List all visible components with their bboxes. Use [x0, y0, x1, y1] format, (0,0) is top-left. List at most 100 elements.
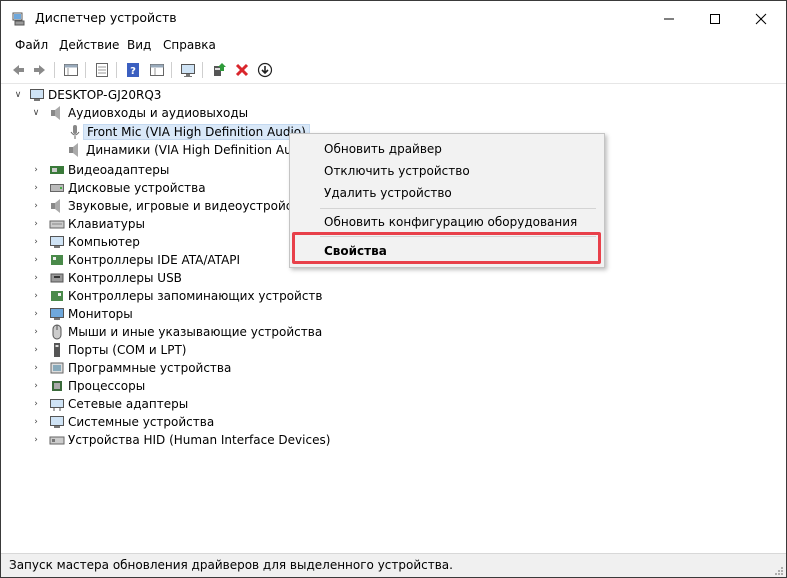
- title-bar: Диспетчер устройств: [1, 1, 786, 37]
- device-manager-app-icon: [12, 12, 25, 26]
- ctx-uninstall-device[interactable]: Удалить устройство: [324, 186, 452, 200]
- download-icon: [257, 62, 273, 78]
- tree-category-network[interactable]: Сетевые адаптеры: [49, 395, 188, 413]
- back-button[interactable]: [8, 60, 28, 80]
- tree-category-sound[interactable]: Звуковые, игровые и видеоустройства: [49, 197, 314, 215]
- tree-category-monitors[interactable]: Мониторы: [49, 305, 133, 323]
- properties-button[interactable]: [92, 60, 112, 80]
- tree-category-ide[interactable]: Контроллеры IDE ATA/ATAPI: [49, 251, 240, 269]
- maximize-button[interactable]: [692, 1, 738, 37]
- maximize-icon: [710, 14, 720, 24]
- disk-drive-icon: [50, 184, 64, 192]
- toolbar: ?: [1, 57, 786, 84]
- tree-category-usb[interactable]: Контроллеры USB: [49, 269, 182, 287]
- expand-icon[interactable]: ›: [31, 363, 41, 373]
- expand-icon[interactable]: ›: [31, 417, 41, 427]
- expand-icon[interactable]: ›: [31, 381, 41, 391]
- collapse-audio-icon[interactable]: ∨: [31, 108, 41, 118]
- computer-icon: [50, 236, 64, 248]
- expand-icon[interactable]: ›: [31, 183, 41, 193]
- show-hide-tree-button[interactable]: [61, 60, 81, 80]
- keyboard-icon: [49, 220, 65, 229]
- storage-controller-icon: [51, 291, 63, 301]
- minimize-icon: [664, 18, 674, 20]
- menu-view[interactable]: Вид: [127, 38, 151, 52]
- tree-category-mice[interactable]: Мыши и иные указывающие устройства: [49, 323, 322, 341]
- category-label: Мыши и иные указывающие устройства: [68, 325, 323, 339]
- forward-button[interactable]: [30, 60, 50, 80]
- status-bar: Запуск мастера обновления драйверов для …: [1, 553, 786, 577]
- expand-icon[interactable]: ›: [31, 219, 41, 229]
- expand-icon[interactable]: ›: [31, 309, 41, 319]
- expand-icon[interactable]: ›: [31, 327, 41, 337]
- tree-category-system[interactable]: Системные устройства: [49, 413, 214, 431]
- minimize-button[interactable]: [646, 1, 692, 37]
- system-device-icon: [50, 416, 64, 428]
- category-label: Звуковые, игровые и видеоустройства: [68, 199, 314, 213]
- category-label: Устройства HID (Human Interface Devices): [68, 433, 331, 447]
- category-label: Аудиовходы и аудиовыходы: [68, 106, 249, 120]
- ctx-scan-hardware[interactable]: Обновить конфигурацию оборудования: [324, 215, 577, 229]
- expand-icon[interactable]: ›: [31, 201, 41, 211]
- menu-action[interactable]: Действие: [59, 38, 119, 52]
- tree-category-hid[interactable]: Устройства HID (Human Interface Devices): [49, 431, 330, 449]
- category-label: Контроллеры USB: [68, 271, 182, 285]
- collapse-root-icon[interactable]: ∨: [13, 90, 23, 100]
- category-label: Клавиатуры: [68, 217, 145, 231]
- tree-category-storage[interactable]: Контроллеры запоминающих устройств: [49, 287, 322, 305]
- toolbar-separator: [54, 62, 55, 78]
- category-label: Программные устройства: [68, 361, 232, 375]
- tree-category-computer[interactable]: Компьютер: [49, 233, 140, 251]
- disable-device-button[interactable]: [255, 60, 275, 80]
- add-driver-icon: [214, 63, 226, 76]
- hid-device-icon: [49, 436, 65, 445]
- expand-icon[interactable]: ›: [31, 399, 41, 409]
- help-button[interactable]: ?: [123, 60, 143, 80]
- uninstall-device-button[interactable]: [232, 60, 252, 80]
- tree-category-audio[interactable]: Аудиовходы и аудиовыходы: [49, 104, 248, 122]
- close-button[interactable]: [738, 1, 784, 37]
- device-label: Динамики (VIA High Definition Audio: [86, 143, 310, 157]
- port-icon: [54, 343, 60, 357]
- view-button[interactable]: [147, 60, 167, 80]
- expand-icon[interactable]: ›: [31, 273, 41, 283]
- back-arrow-icon: [13, 65, 24, 75]
- ide-controller-icon: [51, 255, 63, 265]
- tree-category-ports[interactable]: Порты (COM и LPT): [49, 341, 186, 359]
- category-label: Системные устройства: [68, 415, 215, 429]
- tree-category-keyboards[interactable]: Клавиатуры: [49, 215, 145, 233]
- monitor-icon: [50, 308, 64, 320]
- properties-highlight-box: [292, 232, 601, 264]
- window-title: Диспетчер устройств: [35, 10, 177, 25]
- menu-bar: Файл Действие Вид Справка: [1, 37, 786, 56]
- expand-icon[interactable]: ›: [31, 237, 41, 247]
- ctx-update-driver[interactable]: Обновить драйвер: [324, 142, 442, 156]
- expand-icon[interactable]: ›: [31, 435, 41, 445]
- ctx-disable-device[interactable]: Отключить устройство: [324, 164, 470, 178]
- expand-icon[interactable]: ›: [31, 165, 41, 175]
- expand-icon[interactable]: ›: [31, 345, 41, 355]
- update-driver-button[interactable]: [209, 60, 229, 80]
- svg-text:?: ?: [130, 66, 136, 77]
- category-label: Видеоадаптеры: [68, 163, 170, 177]
- tree-category-disks[interactable]: Дисковые устройства: [49, 179, 206, 197]
- resize-grip-icon[interactable]: [774, 566, 784, 576]
- software-device-icon: [50, 362, 64, 374]
- display-adapter-icon: [50, 166, 64, 174]
- expand-icon[interactable]: ›: [31, 291, 41, 301]
- menu-file[interactable]: Файл: [15, 38, 48, 52]
- tree-category-display[interactable]: Видеоадаптеры: [49, 161, 169, 179]
- network-adapter-icon: [50, 399, 64, 411]
- toolbar-separator: [202, 62, 203, 78]
- toolbar-separator: [116, 62, 117, 78]
- tree-root[interactable]: DESKTOP-GJ20RQ3: [29, 86, 161, 104]
- scan-hardware-button[interactable]: [178, 60, 198, 80]
- tree-device-front-mic[interactable]: Front Mic (VIA High Definition Audio): [67, 123, 310, 141]
- tree-device-speakers[interactable]: Динамики (VIA High Definition Audio: [67, 141, 310, 159]
- menu-help[interactable]: Справка: [163, 38, 216, 52]
- tree-category-software[interactable]: Программные устройства: [49, 359, 231, 377]
- computer-icon: [30, 89, 44, 101]
- device-label: Front Mic (VIA High Definition Audio): [83, 124, 310, 140]
- expand-icon[interactable]: ›: [31, 255, 41, 265]
- tree-category-cpu[interactable]: Процессоры: [49, 377, 145, 395]
